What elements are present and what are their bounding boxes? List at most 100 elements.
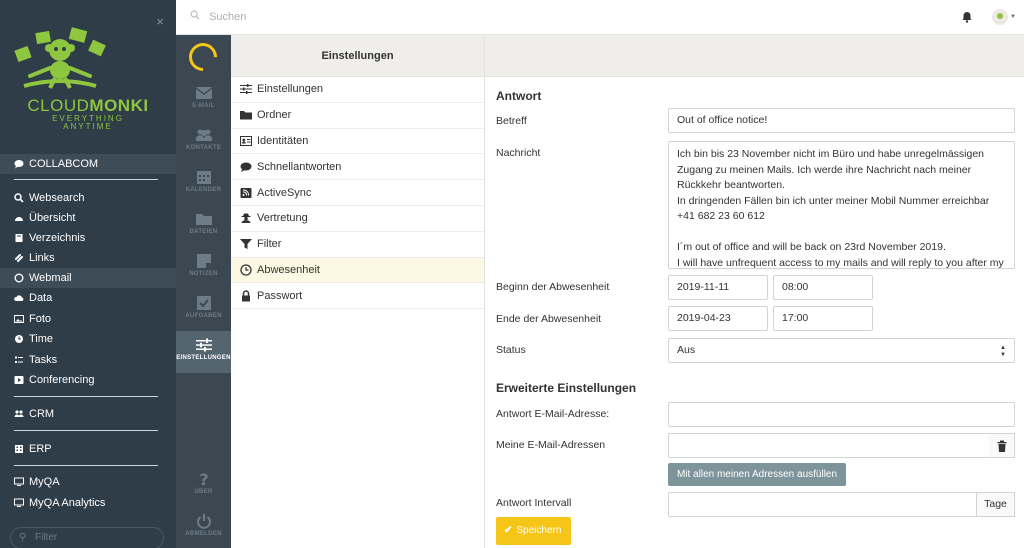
nav-item-links[interactable]: Links [0,248,176,268]
user-secret-icon [240,212,252,224]
users-icon [14,409,24,419]
users-icon [195,129,212,141]
chat-icon [14,159,24,169]
rail-label: EINSTELLUNGEN [176,355,231,361]
nav-item-websearch[interactable]: Websearch [0,188,176,208]
nav-item-time[interactable]: Time [0,329,176,349]
note-icon [196,254,211,268]
nav-label: Data [29,292,53,304]
save-label: Speichern [516,525,562,536]
interval-unit: Tage [976,492,1015,517]
nav-label: Übersicht [29,212,76,224]
rail-item-kalender[interactable]: KALENDER [176,163,231,205]
dashboard-icon [14,213,24,223]
nav-label: Websearch [29,192,85,204]
trash-icon[interactable] [989,433,1015,458]
start-date-input[interactable]: 2019-11-11 [668,275,768,300]
avatar[interactable] [992,9,1008,25]
building-icon [14,444,24,454]
rail-label: KONTAKTE [185,145,222,151]
rail-item-notizen[interactable]: NOTIZEN [176,247,231,289]
nav-item-erp[interactable]: ERP [0,439,176,459]
monkey-logo-icon [14,27,106,89]
rail-label: DATEIEN [189,229,218,235]
nav-item-data[interactable]: Data [0,288,176,308]
start-time-input[interactable]: 08:00 [773,275,873,300]
nav-item-crm[interactable]: CRM [0,404,176,424]
calendar-icon [196,171,211,184]
bell-icon[interactable] [962,11,972,23]
rail-item-dateien[interactable]: DATEIEN [176,205,231,247]
rail-item-kontakte[interactable]: KONTAKTE [176,121,231,163]
settings-label: Einstellungen [257,83,324,96]
comment-icon [240,161,252,173]
nav-item-webmail[interactable]: Webmail [0,268,176,288]
settings-item-schnellantworten[interactable]: Schnellantworten [231,154,484,181]
nav-item-collabcom[interactable]: COLLABCOM [0,154,176,174]
rail-item-einstellungen[interactable]: EINSTELLUNGEN [176,331,231,373]
chevron-down-icon[interactable]: ▼ [1010,14,1016,20]
global-search-input[interactable]: Suchen [190,10,246,23]
save-button[interactable]: ✔ Speichern [496,517,571,545]
settings-item-abwesenheit[interactable]: Abwesenheit [231,257,484,284]
subject-label: Betreff [496,115,527,127]
message-label: Nachricht [496,147,541,159]
envelope-icon [195,87,212,99]
settings-item-activesync[interactable]: ActiveSync [231,180,484,206]
nav-item-verzeichnis[interactable]: Verzeichnis [0,228,176,248]
settings-label: Passwort [257,289,303,302]
nav-item-uebersicht[interactable]: Übersicht [0,208,176,228]
search-icon: ⚲ [19,532,27,543]
interval-label: Antwort Intervall [496,497,572,509]
divider [14,179,158,180]
nav-item-tasks[interactable]: Tasks [0,350,176,370]
settings-label: ActiveSync [257,186,312,199]
rail-item-aufgaben[interactable]: AUFGABEN [176,289,231,331]
settings-item-filter[interactable]: Filter [231,232,484,258]
message-textarea[interactable]: Ich bin bis 23 November nicht im Büro un… [668,141,1015,269]
rail-label: ABMELDEN [185,531,222,537]
monitor-icon [14,498,24,508]
reply-email-label: Antwort E-Mail-Adresse: [496,408,610,420]
status-select[interactable]: Aus ▲ ▼ [668,338,1015,363]
filter-icon [240,238,252,250]
rail-item-ueber[interactable]: ? ÜBER [176,465,231,507]
end-date-input[interactable]: 2019-04-23 [668,306,768,331]
start-label: Beginn der Abwesenheit [496,281,610,293]
settings-item-passwort[interactable]: Passwort [231,283,484,310]
absence-form: Antwort Betreff Out of office notice! Na… [485,35,1024,548]
my-emails-input[interactable] [668,433,990,458]
settings-item-ordner[interactable]: Ordner [231,103,484,129]
sidebar-filter-input[interactable]: ⚲ Filter [10,527,164,548]
settings-item-identitaeten[interactable]: Identitäten [231,129,484,155]
sliders-icon [240,83,252,95]
clock-icon [240,264,252,276]
filter-placeholder: Filter [35,532,58,543]
settings-header: Einstellungen [231,35,484,77]
divider [14,465,158,466]
settings-item-einstellungen[interactable]: Einstellungen [231,77,484,103]
settings-label: Identitäten [257,134,309,147]
nav-item-myqa-analytics[interactable]: MyQA Analytics [0,493,176,513]
rail-item-abmelden[interactable]: ABMELDEN [176,507,231,548]
nav-item-myqa[interactable]: MyQA [0,472,176,492]
settings-item-vertretung[interactable]: Vertretung [231,206,484,232]
lock-icon [240,290,252,302]
fill-addresses-button[interactable]: Mit allen meinen Adressen ausfüllen [668,463,846,486]
rail-item-email[interactable]: E-MAIL [176,79,231,121]
nav-item-conferencing[interactable]: Conferencing [0,370,176,390]
interval-input[interactable] [668,492,977,517]
subject-input[interactable]: Out of office notice! [668,108,1015,133]
rail-label: E-MAIL [192,103,215,109]
end-time-input[interactable]: 17:00 [773,306,873,331]
settings-label: Schnellantworten [257,160,342,173]
nav-item-foto[interactable]: Foto [0,309,176,329]
nav-label: COLLABCOM [29,158,99,170]
search-icon [14,193,24,203]
main-sidebar: × CLOUDMONKI EVERYTHING ANYTIME COLLABCO… [0,0,176,548]
reply-email-input[interactable] [668,402,1015,427]
circle-icon [14,273,24,283]
top-bar: Suchen ▼ [176,0,1024,35]
nav-label: Webmail [29,272,72,284]
book-icon [14,233,24,243]
